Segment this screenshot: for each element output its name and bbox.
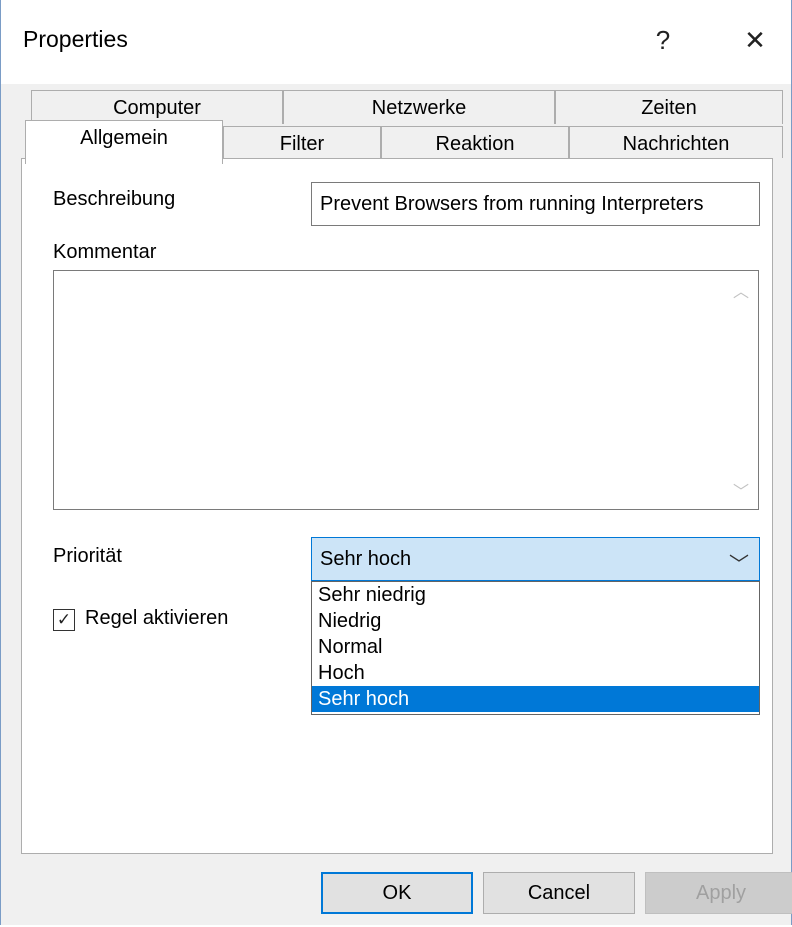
priority-label: Priorität — [53, 545, 122, 567]
tab-label: Allgemein — [80, 127, 168, 149]
tab-reaktion[interactable]: Reaktion — [381, 126, 569, 158]
enable-rule-label[interactable]: Regel aktivieren — [85, 607, 228, 630]
tab-computer[interactable]: Computer — [31, 90, 283, 124]
tab-label: Computer — [113, 97, 201, 119]
tab-filter[interactable]: Filter — [223, 126, 381, 158]
priority-option-sehr-niedrig[interactable]: Sehr niedrig — [312, 582, 759, 608]
apply-button[interactable]: Apply — [645, 872, 792, 914]
description-label: Beschreibung — [53, 188, 176, 210]
priority-option-niedrig[interactable]: Niedrig — [312, 608, 759, 634]
priority-option-normal[interactable]: Normal — [312, 634, 759, 660]
ok-button-label: OK — [382, 881, 412, 904]
tab-nachrichten[interactable]: Nachrichten — [569, 126, 783, 158]
comment-textarea[interactable]: ︿ ﹀ — [53, 270, 759, 510]
priority-option-hoch[interactable]: Hoch — [312, 660, 759, 686]
close-icon: ✕ — [744, 24, 766, 55]
help-button[interactable]: ? — [633, 12, 693, 68]
apply-button-label: Apply — [695, 881, 747, 904]
tab-netzwerke[interactable]: Netzwerke — [283, 90, 555, 124]
title-bar: Properties ? ✕ — [1, 0, 791, 84]
priority-dropdown-list: Sehr niedrig Niedrig Normal Hoch Sehr ho… — [311, 581, 760, 715]
priority-selected-value: Sehr hoch — [320, 548, 412, 570]
priority-option-sehr-hoch[interactable]: Sehr hoch — [312, 686, 759, 712]
cancel-button[interactable]: Cancel — [483, 872, 635, 914]
chevron-down-icon: ﹀ — [729, 554, 749, 576]
comment-scrollbar[interactable]: ︿ ﹀ — [724, 271, 758, 509]
tab-label: Filter — [279, 133, 325, 155]
cancel-button-label: Cancel — [527, 881, 591, 904]
priority-select[interactable]: Sehr hoch ﹀ — [311, 537, 760, 581]
tab-allgemein[interactable]: Allgemein — [25, 120, 223, 164]
checkmark-icon: ✓ — [56, 610, 72, 629]
window-title: Properties — [23, 26, 128, 52]
tab-label: Zeiten — [641, 97, 697, 119]
tab-zeiten[interactable]: Zeiten — [555, 90, 783, 124]
ok-button[interactable]: OK — [321, 872, 473, 914]
scroll-up-icon[interactable]: ︿ — [724, 273, 758, 307]
tab-label: Netzwerke — [371, 97, 467, 119]
enable-rule-checkbox[interactable]: ✓ — [53, 609, 75, 631]
help-icon: ? — [655, 24, 671, 55]
comment-label: Kommentar — [53, 241, 157, 263]
tab-label: Nachrichten — [622, 133, 730, 155]
tab-label: Reaktion — [435, 133, 515, 155]
close-button[interactable]: ✕ — [725, 12, 785, 68]
properties-dialog: Properties ? ✕ Computer Netzwerke Zeiten… — [0, 0, 792, 925]
scroll-down-icon[interactable]: ﹀ — [724, 473, 758, 507]
description-input[interactable]: Prevent Browsers from running Interprete… — [311, 182, 760, 226]
